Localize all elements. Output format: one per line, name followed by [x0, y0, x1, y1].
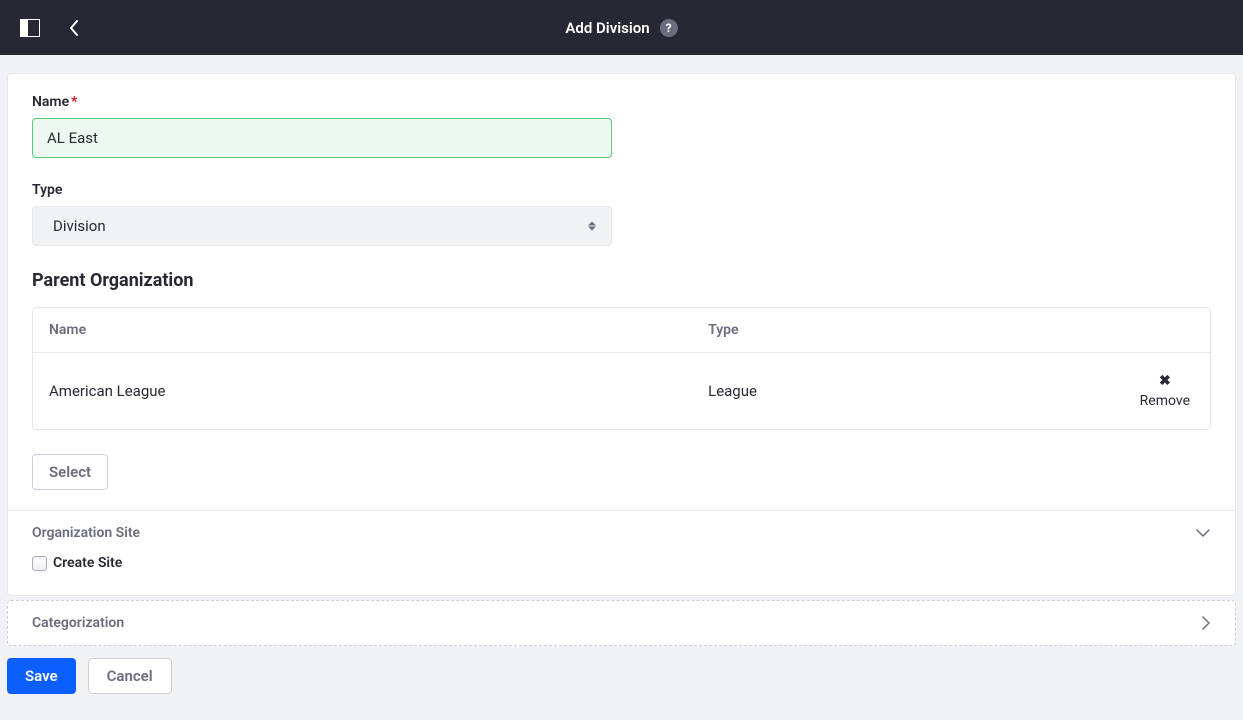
table-cell-name: American League: [33, 353, 692, 429]
close-icon: ✖: [1159, 373, 1171, 389]
org-site-header[interactable]: Organization Site: [8, 511, 1235, 555]
footer-buttons: Save Cancel: [7, 646, 1236, 694]
select-button[interactable]: Select: [32, 454, 108, 490]
categorization-title: Categorization: [32, 615, 124, 631]
table-header-type: Type: [692, 308, 1110, 353]
name-field-group: Name*: [32, 94, 1211, 158]
header-title-wrap: Add Division ?: [565, 19, 677, 37]
type-field-group: Type Division: [32, 182, 1211, 246]
categorization-header[interactable]: Categorization: [8, 601, 1235, 645]
table-row: American League League ✖ Remove: [33, 353, 1210, 429]
help-icon[interactable]: ?: [660, 19, 678, 37]
chevron-down-icon: [1195, 528, 1211, 538]
categorization-card: Categorization: [7, 600, 1236, 646]
header-left: [20, 18, 84, 38]
create-site-row: Create Site: [32, 555, 1211, 571]
name-label-text: Name: [32, 94, 69, 110]
table-cell-type: League: [692, 353, 1110, 429]
required-asterisk: *: [71, 94, 77, 110]
table-header-name: Name: [33, 308, 692, 353]
org-site-panel: Organization Site Create Site: [8, 510, 1235, 595]
table-header-action: [1110, 308, 1210, 353]
org-site-body: Create Site: [8, 555, 1235, 595]
create-site-label: Create Site: [53, 555, 122, 571]
remove-label: Remove: [1140, 393, 1190, 409]
save-button[interactable]: Save: [7, 658, 76, 694]
main-form-section: Name* Type Division Parent Organizat: [8, 74, 1235, 510]
type-label: Type: [32, 182, 1211, 198]
parent-org-table: Name Type American League League ✖: [32, 307, 1211, 430]
type-select[interactable]: Division: [32, 206, 612, 246]
page-header: Add Division ?: [0, 0, 1243, 55]
sidebar-toggle-icon[interactable]: [20, 18, 40, 38]
remove-button[interactable]: ✖ Remove: [1140, 373, 1190, 409]
parent-org-section: Parent Organization Name Type American L…: [32, 270, 1211, 490]
create-site-checkbox[interactable]: [32, 556, 47, 571]
org-site-title: Organization Site: [32, 525, 140, 541]
form-card: Name* Type Division Parent Organizat: [7, 73, 1236, 596]
parent-org-heading: Parent Organization: [32, 270, 1211, 291]
cancel-button[interactable]: Cancel: [88, 658, 172, 694]
name-label: Name*: [32, 94, 1211, 110]
back-icon[interactable]: [64, 18, 84, 38]
content-area: Name* Type Division Parent Organizat: [0, 55, 1243, 704]
page-title: Add Division: [565, 19, 649, 37]
type-select-wrap: Division: [32, 206, 612, 246]
name-input[interactable]: [32, 118, 612, 158]
chevron-right-icon: [1201, 615, 1211, 631]
